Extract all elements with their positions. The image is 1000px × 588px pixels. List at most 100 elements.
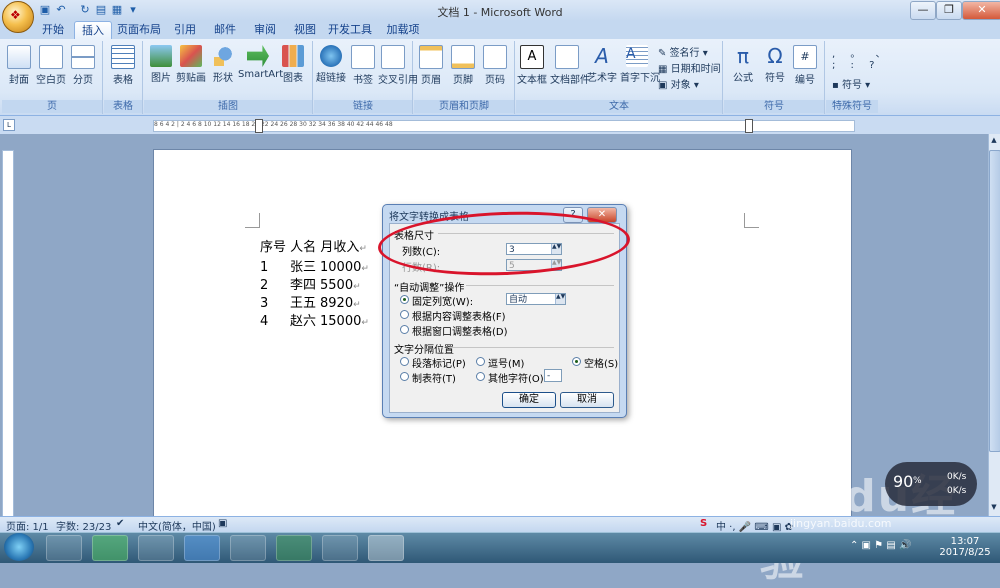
section-autofit: “自动调整”操作 [394,283,465,294]
date-time-button[interactable]: ▦ 日期和时间 [658,60,721,75]
left-indent-marker[interactable] [255,119,263,133]
cross-reference-button[interactable]: 交叉引用 [378,45,418,86]
taskbar-paint-icon[interactable] [230,535,266,561]
tab-references[interactable]: 引用 [170,21,200,39]
bookmark-icon [351,45,375,69]
omega-icon: Ω [767,44,783,68]
header-icon [419,45,443,69]
shapes-button[interactable]: 形状 [208,45,238,84]
taskbar-wechat-icon[interactable] [92,535,128,561]
tab-view[interactable]: 视图 [290,21,320,39]
sep-paragraph-radio[interactable] [400,357,409,366]
tab-home[interactable]: 开始 [36,21,70,39]
object-button[interactable]: ▣ 对象 ▾ [658,76,699,91]
symbol-button[interactable]: Ω 符号 [760,45,790,84]
fixed-width-spin-icon[interactable]: ▲▼ [555,294,565,304]
tray-icons[interactable]: ⌃ ▣ ⚑ ▤ 🔊 [850,540,911,551]
macro-record-icon[interactable]: ▣ [218,518,227,529]
special-symbols-grid-2[interactable]: ; : ? [832,60,880,71]
group-label-text: 文本 [516,100,722,113]
right-indent-marker[interactable] [745,119,753,133]
taskbar-excel-icon[interactable] [276,535,312,561]
scrollbar-thumb[interactable] [989,150,1000,452]
close-button[interactable]: ✕ [962,1,1000,20]
restore-button[interactable]: ❐ [936,1,962,20]
quick-parts-button[interactable]: 文档部件 [550,45,590,86]
picture-icon [150,45,172,67]
page-break-button[interactable]: 分页 [68,45,98,86]
proofing-icon[interactable]: ✔ [116,518,124,529]
sep-comma-radio[interactable] [476,357,485,366]
office-button[interactable]: ❖ [2,1,34,33]
hyperlink-button[interactable]: 超链接 [316,45,346,84]
network-speed-widget: 90 % 0K/s 0K/s [885,462,977,506]
ime-toolbar-icons[interactable]: 中 ·, 🎤 ⌨ ▣ ✿ [716,518,793,533]
wordart-button[interactable]: A 艺术字 [586,45,618,84]
page-number-button[interactable]: 页码 [480,45,510,86]
start-button[interactable] [4,533,34,561]
taskbar-sogou-icon[interactable] [184,535,220,561]
tab-selector-icon[interactable]: L [3,119,15,131]
cancel-button[interactable]: 取消 [560,392,614,408]
special-symbols-grid[interactable]: , 。 、 [832,45,892,60]
status-page[interactable]: 页面: 1/1 [6,518,49,533]
tab-review[interactable]: 审阅 [250,21,280,39]
cover-page-button[interactable]: 封面 [4,45,34,86]
tab-addins[interactable]: 加载项 [384,21,422,39]
fixed-width-radio[interactable] [400,295,409,304]
table-button[interactable]: 表格 [108,45,138,86]
equation-button[interactable]: π 公式 [728,45,758,84]
taskbar-explorer-icon[interactable] [138,535,174,561]
tab-developer[interactable]: 开发工具 [328,21,372,39]
dropcap-button[interactable]: A 首字下沉 [620,45,660,84]
group-symbols: π 公式 Ω 符号 # 编号 符号 [724,41,825,114]
smartart-button[interactable]: SmartArt [238,45,283,80]
chart-icon [282,45,304,67]
status-language[interactable]: 中文(简体，中国) [138,518,216,533]
sep-tab-radio[interactable] [400,372,409,381]
sep-other-radio[interactable] [476,372,485,381]
minimize-button[interactable]: — [910,1,936,20]
status-words[interactable]: 字数: 23/23 [56,518,111,533]
group-header-footer: 页眉 页脚 页码 页眉和页脚 [414,41,515,114]
doc-line-4: 4 赵六 15000↵ [260,314,369,329]
footer-button[interactable]: 页脚 [448,45,478,86]
special-symbol-button[interactable]: ▪ 符号 ▾ [832,76,870,91]
tab-mailings[interactable]: 邮件 [210,21,240,39]
globe-icon [320,45,342,67]
sep-tab-label: 制表符(T) [412,374,456,385]
sep-space-radio[interactable] [572,357,581,366]
taskbar-app-icon[interactable] [322,535,358,561]
sep-comma-label: 逗号(M) [488,359,525,370]
clipart-button[interactable]: 剪贴画 [176,45,206,84]
numbering-button[interactable]: # 编号 [790,45,820,86]
scroll-up-icon[interactable]: ▲ [989,136,999,146]
wordart-icon: A [595,44,609,68]
tab-insert[interactable]: 插入 [74,21,112,40]
doc-line-header: 序号 人名 月收入↵ [260,240,367,255]
ok-button[interactable]: 确定 [502,392,556,408]
blank-page-button[interactable]: 空白页 [36,45,66,86]
autofit-content-radio[interactable] [400,310,409,319]
signature-line-button[interactable]: ✎ 签名行 ▾ [658,44,708,59]
group-illustrations: 图片 剪贴画 形状 SmartArt 图表 插图 [144,41,313,114]
group-label-illustrations: 插图 [144,100,312,113]
ime-sogou-icon[interactable]: S [700,518,707,529]
header-button[interactable]: 页眉 [416,45,446,86]
tab-page-layout[interactable]: 页面布局 [114,21,164,39]
autofit-window-radio[interactable] [400,325,409,334]
watermark-url: jingyan.baidu.com [790,517,892,530]
fixed-width-input[interactable]: 自动 ▲▼ [506,293,566,305]
system-clock[interactable]: 13:07 2017/8/25 [935,536,995,558]
picture-button[interactable]: 图片 [146,45,176,84]
vertical-ruler[interactable] [2,150,14,522]
sep-other-input[interactable]: - [544,369,562,382]
chart-button[interactable]: 图表 [278,45,308,84]
bookmark-button[interactable]: 书签 [348,45,378,86]
group-label-page: 页 [2,100,102,113]
taskbar-folder-icon[interactable] [46,535,82,561]
textbox-button[interactable]: A 文本框 [516,45,548,86]
fixed-width-label: 固定列宽(W): [412,297,474,308]
taskbar-word-icon[interactable] [368,535,404,561]
autofit-content-label: 根据内容调整表格(F) [412,312,506,323]
